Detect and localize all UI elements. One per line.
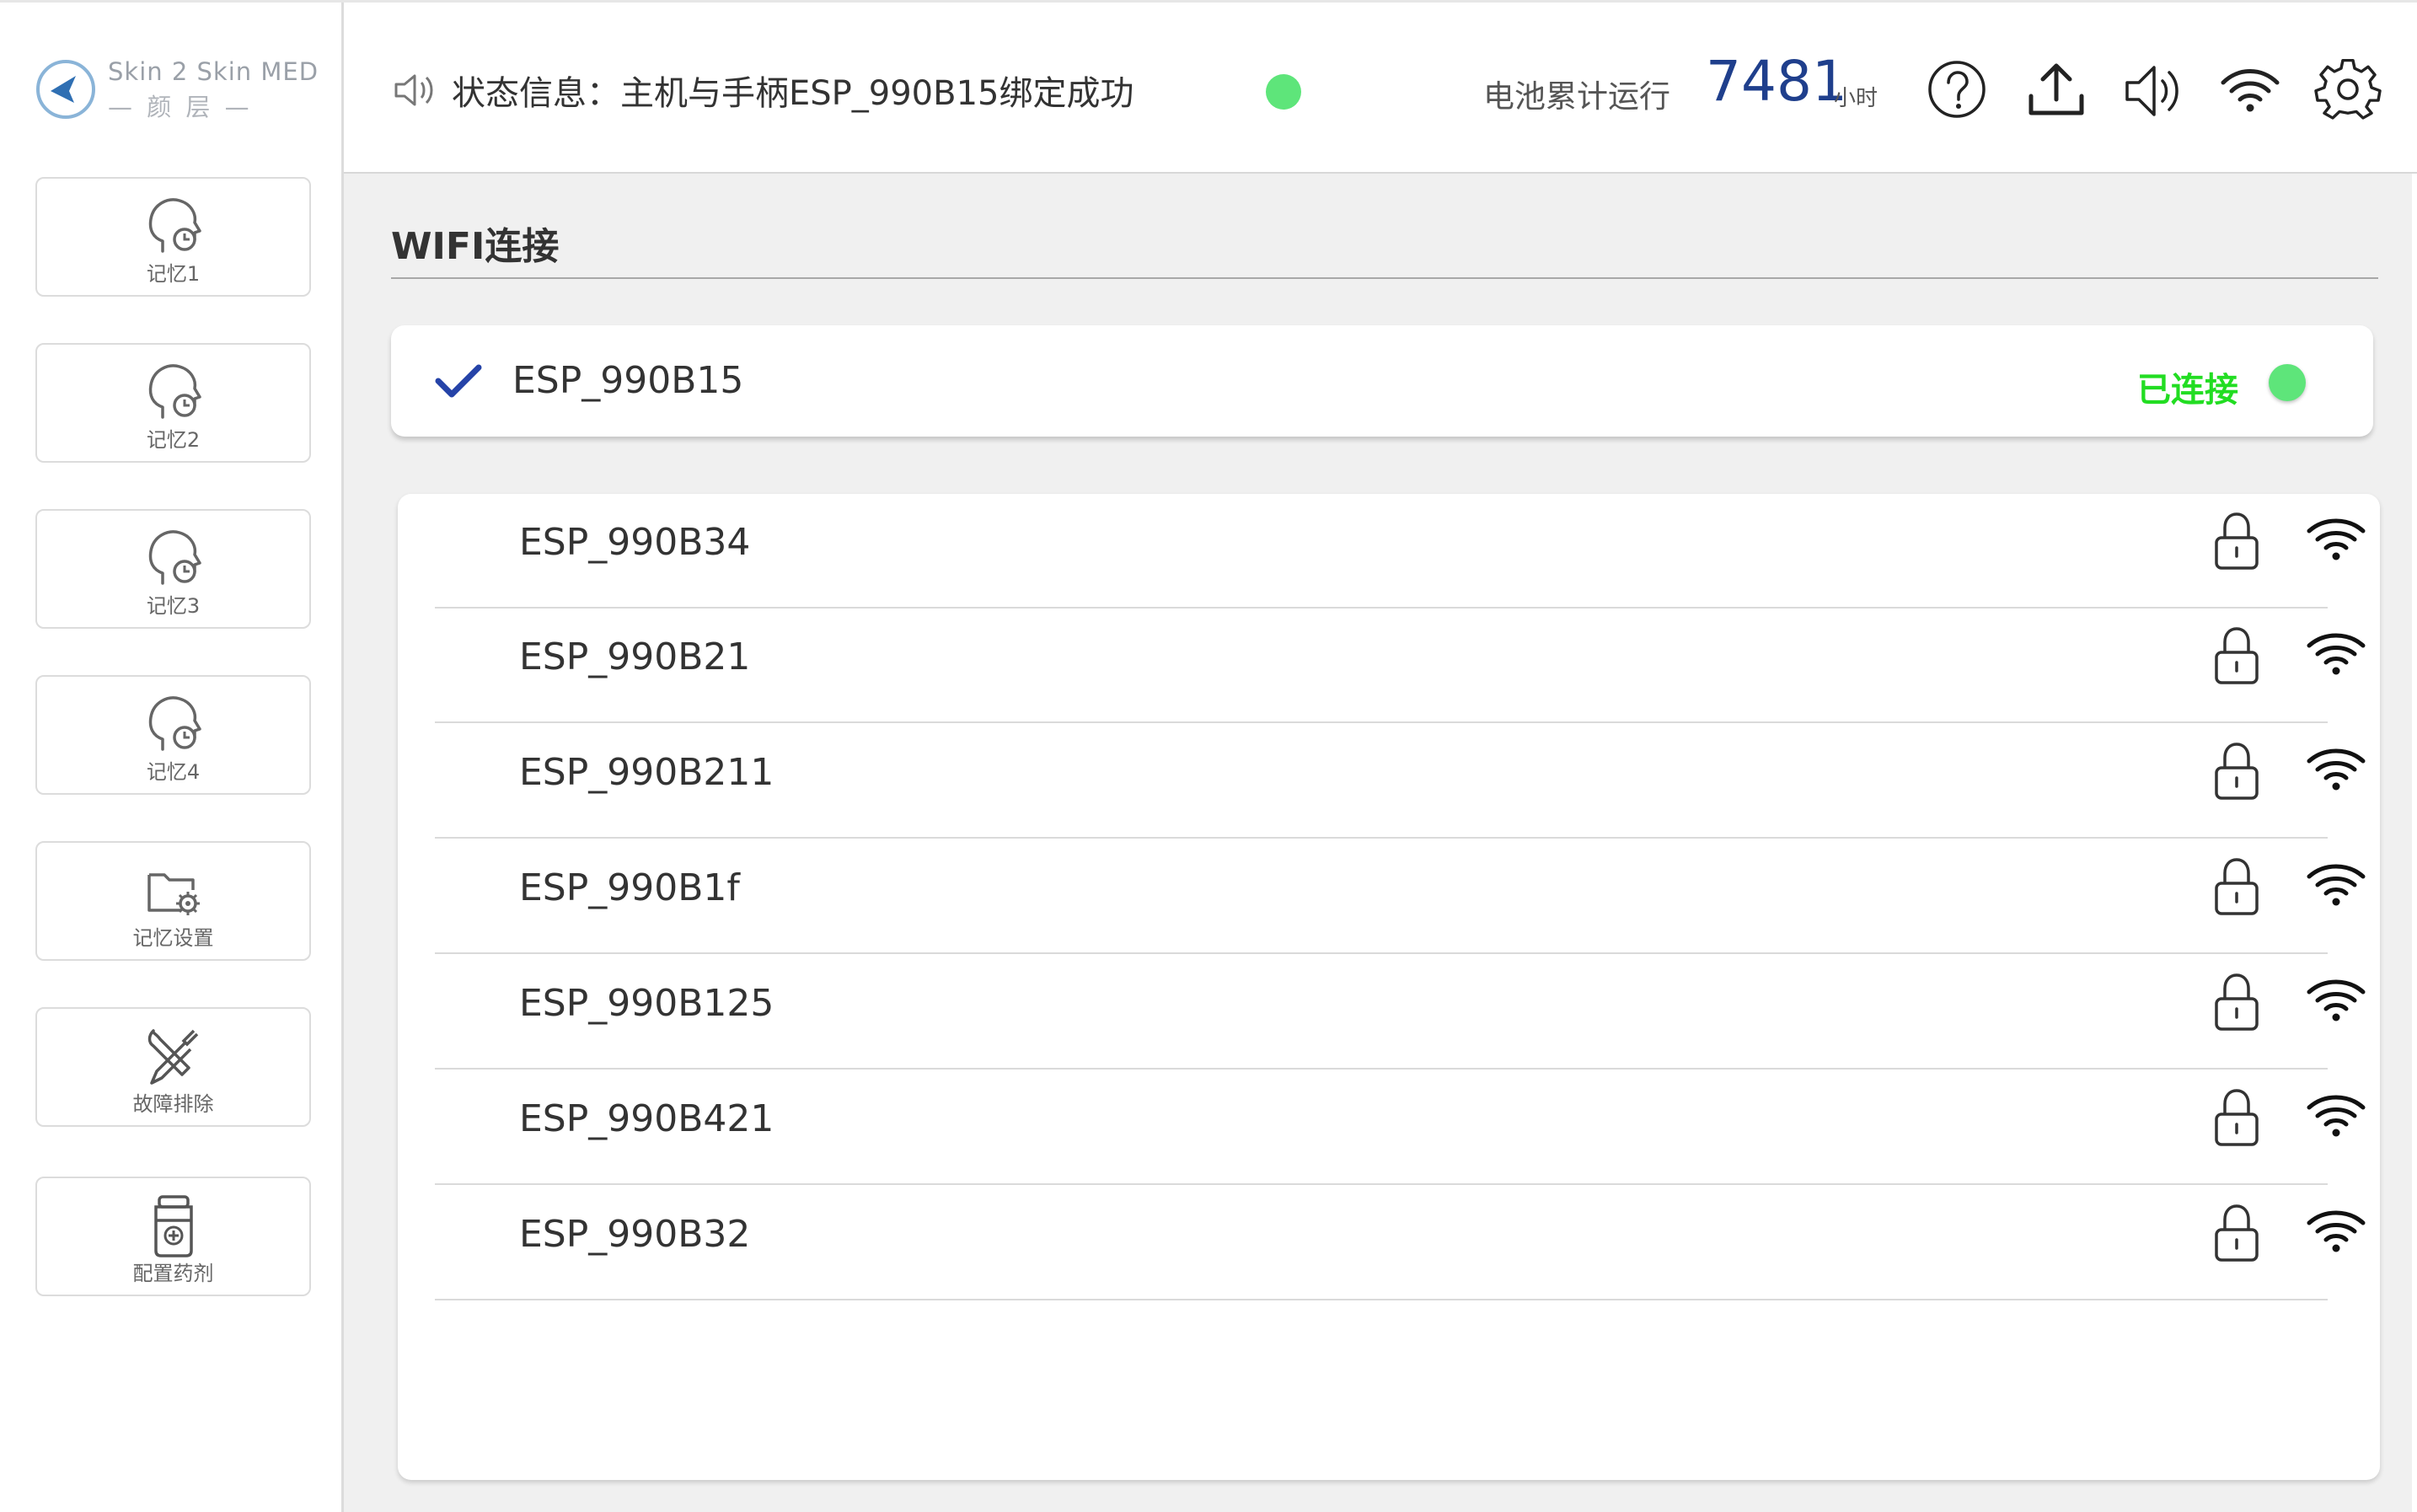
status-indicator — [1266, 74, 1301, 110]
title-divider — [391, 277, 2378, 279]
network-row[interactable]: ESP_990B211 — [435, 724, 2366, 839]
available-networks-list: ESP_990B34 ESP_990B21 ESP_990B211 ESP_99… — [398, 494, 2380, 1480]
sidebar-item-troubleshooting[interactable]: 故障排除 — [35, 1007, 311, 1127]
network-row[interactable]: ESP_990B125 — [435, 955, 2366, 1070]
connection-status-label: 已连接 — [2137, 371, 2238, 410]
wifi-signal-icon — [2307, 864, 2366, 906]
network-ssid: ESP_990B125 — [519, 982, 774, 1025]
settings-icon[interactable] — [2314, 57, 2382, 125]
battery-runtime-label: 电池累计运行 — [1483, 78, 1670, 115]
network-row[interactable]: ESP_990B34 — [435, 494, 2366, 609]
sidebar-item-label: 记忆设置 — [132, 926, 214, 950]
network-row[interactable]: ESP_990B1f — [435, 839, 2366, 954]
battery-runtime-value: 7481 — [1706, 49, 1847, 114]
head-clock-icon — [148, 696, 201, 751]
wifi-icon[interactable] — [2216, 57, 2284, 125]
lock-icon — [2215, 1204, 2259, 1262]
battery-runtime-unit: 小时 — [1834, 86, 1878, 111]
sidebar-item-memory-2[interactable]: 记忆2 — [35, 343, 311, 463]
network-ssid: ESP_990B34 — [519, 521, 751, 564]
head-clock-icon — [148, 198, 201, 253]
wifi-signal-icon — [2307, 748, 2366, 791]
connection-status-indicator — [2269, 364, 2306, 401]
network-ssid: ESP_990B211 — [519, 751, 774, 794]
folder-gear-icon — [147, 873, 200, 915]
sidebar-item-label: 配置药剂 — [132, 1262, 214, 1285]
lock-icon — [2215, 627, 2259, 684]
connected-network-card[interactable]: ESP_990B15 已连接 — [391, 325, 2373, 437]
wifi-signal-icon — [2307, 1095, 2366, 1137]
speaker-icon — [394, 74, 433, 106]
tools-icon — [147, 1029, 198, 1085]
sidebar-item-memory-settings[interactable]: 记忆设置 — [35, 841, 311, 961]
logo-text: Skin 2 Skin MED — [108, 57, 319, 86]
upload-icon[interactable] — [2023, 57, 2090, 125]
network-row[interactable]: ESP_990B32 — [435, 1186, 2366, 1300]
page-title: WIFI连接 — [391, 225, 560, 268]
network-row[interactable]: ESP_990B21 — [435, 609, 2366, 723]
wifi-panel: WIFI连接 ESP_990B15 已连接 ESP_990B34 ESP_990… — [344, 174, 2417, 1512]
sidebar-item-label: 故障排除 — [132, 1092, 214, 1116]
sidebar: Skin 2 Skin MED — 颜 层 — 记忆1 记忆2 记忆3 记忆4 … — [0, 0, 344, 1512]
brand-logo: Skin 2 Skin MED — 颜 层 — — [32, 51, 319, 126]
lock-icon — [2215, 858, 2259, 915]
sidebar-item-memory-3[interactable]: 记忆3 — [35, 509, 311, 629]
connected-network-ssid: ESP_990B15 — [512, 359, 744, 402]
volume-icon[interactable] — [2120, 57, 2188, 125]
sidebar-item-label: 记忆4 — [146, 760, 201, 784]
wifi-signal-icon — [2307, 518, 2366, 560]
network-row[interactable]: ESP_990B421 — [435, 1070, 2366, 1185]
check-icon — [435, 364, 482, 398]
lock-icon — [2215, 512, 2259, 570]
window-edge — [2412, 174, 2417, 1512]
wifi-signal-icon — [2307, 979, 2366, 1021]
sidebar-item-configure-medicine[interactable]: 配置药剂 — [35, 1177, 311, 1296]
network-ssid: ESP_990B21 — [519, 635, 751, 678]
status-message: 状态信息：主机与手柄ESP_990B15绑定成功 — [452, 74, 1134, 113]
logo-mark-icon — [36, 60, 95, 119]
sidebar-item-memory-4[interactable]: 记忆4 — [35, 675, 311, 795]
lock-icon — [2215, 1089, 2259, 1146]
wifi-signal-icon — [2307, 1210, 2366, 1252]
medicine-jar-icon — [153, 1195, 193, 1257]
lock-icon — [2215, 973, 2259, 1031]
sidebar-item-memory-1[interactable]: 记忆1 — [35, 177, 311, 297]
network-ssid: ESP_990B1f — [519, 866, 740, 909]
logo-subtext: — 颜 层 — — [108, 93, 253, 121]
network-ssid: ESP_990B421 — [519, 1097, 774, 1140]
sidebar-item-label: 记忆3 — [146, 594, 201, 618]
sidebar-item-label: 记忆2 — [146, 428, 201, 452]
network-ssid: ESP_990B32 — [519, 1213, 751, 1256]
sidebar-item-label: 记忆1 — [146, 262, 201, 286]
help-icon[interactable] — [1923, 57, 1991, 125]
lock-icon — [2215, 743, 2259, 800]
head-clock-icon — [148, 364, 201, 419]
head-clock-icon — [148, 530, 201, 585]
header-bar: 状态信息：主机与手柄ESP_990B15绑定成功 电池累计运行 7481 小时 — [0, 0, 2417, 174]
wifi-signal-icon — [2307, 633, 2366, 675]
